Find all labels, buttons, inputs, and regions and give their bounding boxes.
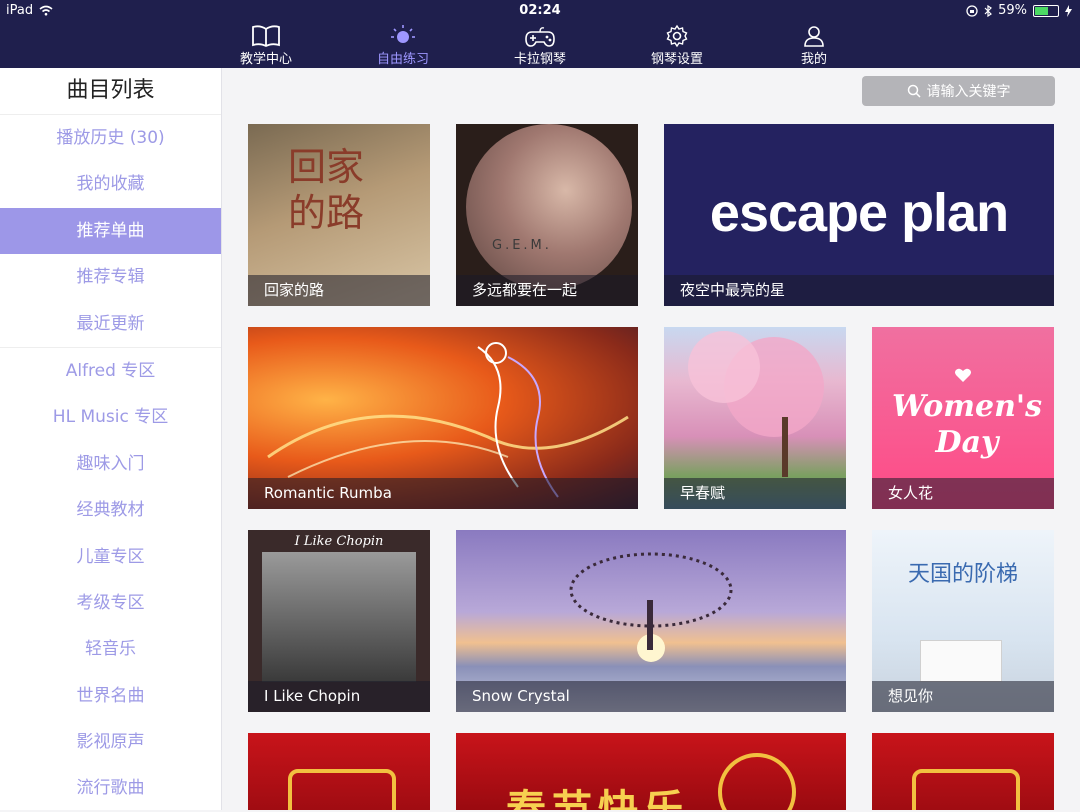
sidebar: 曲目列表 播放历史 (30) 我的收藏 推荐单曲 推荐专辑 最近更新 Alfre… bbox=[0, 68, 222, 810]
tile-art-text: 天国的阶梯 bbox=[907, 562, 1018, 587]
tile-caption: 回家的路 bbox=[248, 275, 430, 306]
song-tile-together[interactable]: G.E.M. 多远都要在一起 bbox=[456, 124, 638, 306]
song-tile-i-like-chopin[interactable]: I Like Chopin I Like Chopin bbox=[248, 530, 430, 712]
tile-art-text: 回家的路 bbox=[288, 145, 365, 235]
piano-illustration bbox=[920, 640, 1002, 682]
nav-tab-practice[interactable]: 自由练习 bbox=[353, 22, 453, 68]
status-bar: iPad 02:24 59% bbox=[0, 0, 1080, 22]
nav-label: 教学中心 bbox=[239, 52, 292, 67]
nav-label: 自由练习 bbox=[376, 52, 429, 67]
tile-caption: Romantic Rumba bbox=[248, 478, 638, 509]
song-tile-romantic-rumba[interactable]: Romantic Rumba bbox=[248, 327, 638, 509]
sidebar-item-classic-textbooks[interactable]: 经典教材 bbox=[0, 487, 221, 533]
sidebar-item-recommended-singles[interactable]: 推荐单曲 bbox=[0, 207, 221, 255]
tile-caption: 多远都要在一起 bbox=[456, 275, 638, 306]
sidebar-item-hl-music[interactable]: HL Music 专区 bbox=[0, 394, 221, 440]
tile-caption: I Like Chopin bbox=[248, 681, 430, 712]
clock: 02:24 bbox=[519, 3, 561, 18]
book-icon bbox=[252, 25, 280, 48]
song-tile-spring-festival[interactable]: 春节快乐 bbox=[456, 733, 846, 810]
song-tile-brightest-star[interactable]: escape plan 夜空中最亮的星 bbox=[664, 124, 1054, 306]
heart-icon bbox=[955, 368, 971, 382]
sidebar-item-recommended-albums[interactable]: 推荐专辑 bbox=[0, 254, 221, 300]
nav-tab-settings[interactable]: 钢琴设置 bbox=[627, 22, 727, 68]
sidebar-item-light-music[interactable]: 轻音乐 bbox=[0, 626, 221, 672]
song-tile-early-spring[interactable]: 早春赋 bbox=[664, 327, 846, 509]
tile-caption: 想见你 bbox=[872, 681, 1054, 712]
nav-tab-mine[interactable]: 我的 bbox=[764, 22, 864, 68]
nav-label: 我的 bbox=[800, 52, 827, 67]
festival-ornament bbox=[288, 769, 396, 810]
song-tile-miss-you[interactable]: 天国的阶梯 想见你 bbox=[872, 530, 1054, 712]
tile-caption: 早春赋 bbox=[664, 478, 846, 509]
sidebar-item-recent-updates[interactable]: 最近更新 bbox=[0, 301, 221, 347]
search-icon bbox=[907, 84, 921, 98]
battery-icon bbox=[1033, 4, 1059, 17]
festival-ornament bbox=[912, 769, 1020, 810]
charging-icon bbox=[1065, 4, 1072, 17]
song-tile-festival-2[interactable] bbox=[872, 733, 1054, 810]
search-placeholder: 请输入关键字 bbox=[926, 84, 1011, 100]
nav-tab-teaching[interactable]: 教学中心 bbox=[216, 22, 316, 68]
song-tile-snow-crystal[interactable]: Snow Crystal bbox=[456, 530, 846, 712]
song-tile-festival-1[interactable] bbox=[248, 733, 430, 810]
nav-label: 卡拉钢琴 bbox=[513, 52, 566, 67]
sun-icon bbox=[391, 25, 415, 43]
tile-art-text: escape plan bbox=[709, 183, 1009, 243]
festival-ornament bbox=[718, 753, 796, 810]
sidebar-item-world-classics[interactable]: 世界名曲 bbox=[0, 673, 221, 719]
rotation-lock-icon bbox=[966, 4, 978, 17]
sidebar-item-favorites[interactable]: 我的收藏 bbox=[0, 161, 221, 207]
tile-caption: 女人花 bbox=[872, 478, 1054, 509]
user-icon bbox=[804, 26, 824, 47]
song-tile-woman-flower[interactable]: Women's Day 女人花 bbox=[872, 327, 1054, 509]
sidebar-item-soundtracks[interactable]: 影视原声 bbox=[0, 719, 221, 765]
sidebar-item-grade-exams[interactable]: 考级专区 bbox=[0, 580, 221, 626]
nav-tab-karaoke[interactable]: 卡拉钢琴 bbox=[490, 22, 590, 68]
song-tile-way-home[interactable]: 回家的路 回家的路 bbox=[248, 124, 430, 306]
sidebar-item-children[interactable]: 儿童专区 bbox=[0, 534, 221, 580]
sidebar-item-history[interactable]: 播放历史 (30) bbox=[0, 115, 221, 161]
tile-caption: 夜空中最亮的星 bbox=[664, 275, 1054, 306]
tile-art-text: I Like Chopin bbox=[294, 534, 384, 549]
gear-icon bbox=[666, 24, 688, 48]
sidebar-item-alfred[interactable]: Alfred 专区 bbox=[0, 346, 221, 394]
tile-art-text: 春节快乐 bbox=[506, 786, 690, 810]
sidebar-title: 曲目列表 bbox=[0, 68, 221, 115]
tile-caption: Snow Crystal bbox=[456, 681, 846, 712]
sidebar-item-fun-intro[interactable]: 趣味入门 bbox=[0, 441, 221, 487]
tile-art-text: G.E.M. bbox=[492, 238, 552, 253]
gamepad-icon bbox=[525, 27, 555, 47]
battery-percent: 59% bbox=[998, 3, 1027, 18]
search-input[interactable]: 请输入关键字 bbox=[862, 76, 1055, 106]
album-photo bbox=[262, 552, 416, 682]
tile-art-text: Women's Day bbox=[892, 389, 1042, 460]
sidebar-item-pop-songs[interactable]: 流行歌曲 bbox=[0, 765, 221, 811]
album-circle-art bbox=[466, 124, 632, 290]
top-nav: 教学中心 自由练习 卡拉钢琴 钢琴设置 我的 bbox=[0, 22, 1080, 68]
bluetooth-icon bbox=[984, 4, 993, 17]
nav-label: 钢琴设置 bbox=[650, 52, 703, 67]
